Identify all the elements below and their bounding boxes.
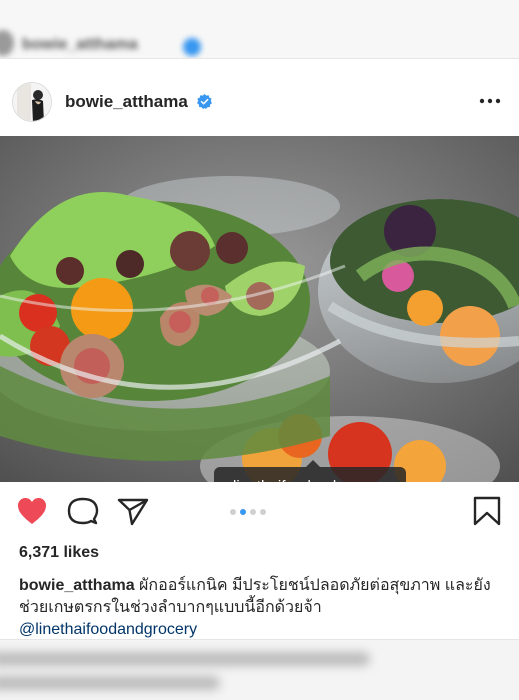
share-icon[interactable]: [117, 496, 149, 526]
previous-post-header: bowie_atthama: [0, 0, 519, 58]
heart-icon[interactable]: [16, 496, 48, 526]
carousel-dot-active: [240, 509, 246, 515]
carousel-dot: [230, 509, 236, 515]
blurred-text-line: [0, 652, 370, 666]
carousel-indicator: [230, 509, 266, 517]
likes-count[interactable]: 6,371 likes: [19, 544, 99, 562]
action-bar: [0, 482, 519, 538]
post-header: bowie_atthama: [0, 59, 519, 137]
post-photo[interactable]: linethaifoodandgrocery: [0, 136, 519, 482]
carousel-dot: [250, 509, 256, 515]
previous-username: bowie_atthama: [22, 36, 138, 53]
avatar[interactable]: [12, 82, 52, 122]
caption: bowie_atthama ผักออร์แกนิค มีประโยชน์ปลอ…: [19, 575, 509, 641]
carousel-dot: [260, 509, 266, 515]
bookmark-icon[interactable]: [472, 496, 502, 526]
caption-username[interactable]: bowie_atthama: [19, 577, 135, 594]
previous-verified-icon: [183, 38, 201, 56]
mention-link[interactable]: @linethaifoodandgrocery: [19, 621, 197, 638]
comment-icon[interactable]: [67, 496, 99, 526]
post-card: bowie_atthama 6,371 likes bowie_atthama …: [0, 58, 519, 640]
blurred-text-line: [0, 676, 220, 690]
product-tag[interactable]: linethaifoodandgrocery: [214, 460, 406, 482]
post-username[interactable]: bowie_atthama: [65, 92, 188, 112]
verified-badge-icon: [197, 94, 212, 109]
previous-avatar: [0, 30, 14, 56]
salad-image: [0, 136, 519, 482]
ellipsis-icon[interactable]: [478, 93, 502, 109]
next-post-preview: [0, 640, 519, 700]
